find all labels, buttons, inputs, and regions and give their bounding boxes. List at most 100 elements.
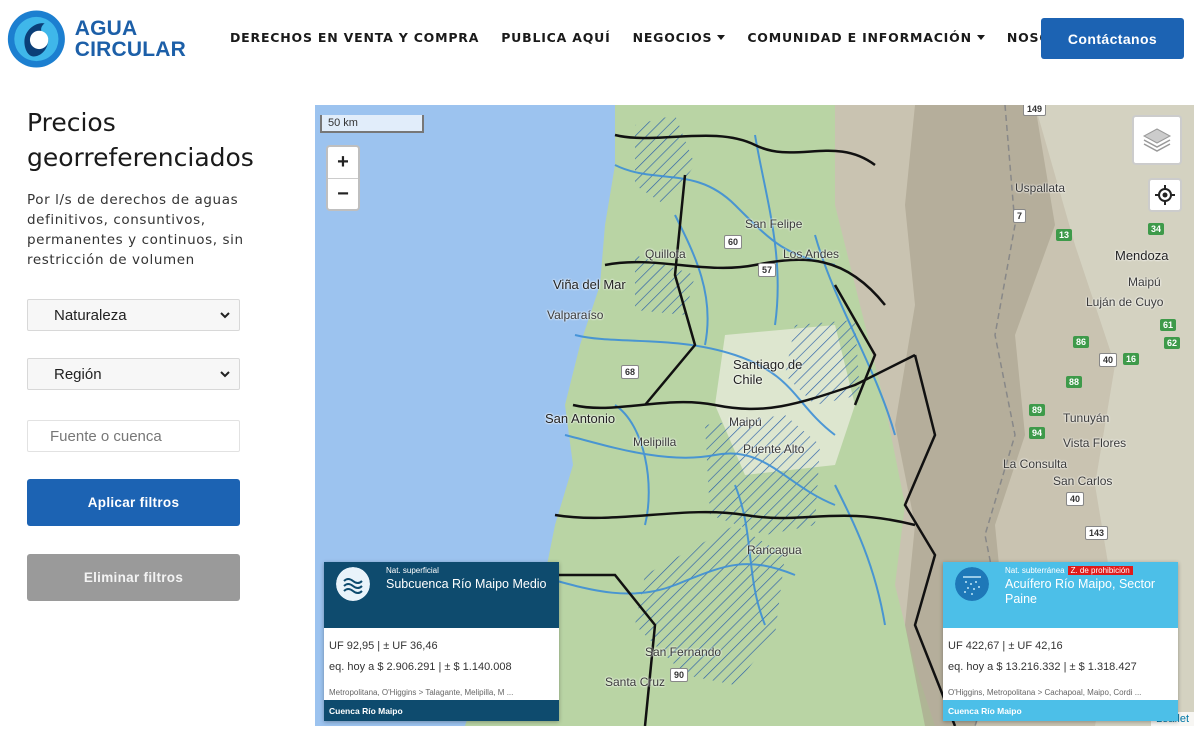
card-basin: Cuenca Río Maipo [943, 700, 1178, 721]
map-label: Valparaíso [547, 308, 604, 322]
map-label: Santa Cruz [605, 675, 666, 689]
route-shield: 60 [724, 235, 743, 249]
zoom-in-button[interactable]: + [328, 147, 358, 178]
card-location: O'Higgins, Metropolitana > Cachapoal, Ma… [948, 688, 1142, 697]
fuente-cuenca-placeholder: Fuente o cuenca [50, 427, 162, 445]
map-label: San Fernando [645, 645, 722, 659]
route-shield: 90 [670, 668, 689, 682]
nav-negocios[interactable]: NEGOCIOS [633, 30, 726, 45]
water-drop-logo-icon [7, 10, 65, 68]
map-label: San Felipe [745, 217, 803, 231]
card-type-label: Nat. superficial [386, 566, 439, 575]
card-type-label: Nat. subterránea [1005, 566, 1065, 575]
route-shield: 88 [1066, 376, 1083, 388]
layers-icon [1142, 128, 1172, 152]
apply-filters-button[interactable]: Aplicar filtros [27, 479, 240, 526]
card-basin: Cuenca Río Maipo [324, 700, 559, 721]
map-label: Vista Flores [1063, 436, 1127, 450]
map-label: Maipú [729, 415, 762, 429]
caret-down-icon [717, 35, 726, 40]
route-shield: 13 [1056, 229, 1073, 241]
nav-negocios-label: NEGOCIOS [632, 30, 713, 45]
map-label: Quillota [645, 247, 686, 261]
map-label: Viña del Mar [553, 277, 626, 292]
route-shield: 62 [1164, 337, 1181, 349]
card-body: UF 422,67 | ± UF 42,16 eq. hoy a $ 13.21… [943, 628, 1178, 678]
surface-water-icon [336, 567, 370, 601]
clear-filters-button[interactable]: Eliminar filtros [27, 554, 240, 601]
card-price-line: UF 92,95 | ± UF 36,46 [329, 640, 438, 652]
contact-button[interactable]: Contáctanos [1041, 18, 1184, 59]
nav-comunidad[interactable]: COMUNIDAD E INFORMACIÓN [747, 30, 985, 45]
card-title: Acuífero Río Maipo, Sector Paine [1005, 577, 1156, 606]
zoom-out-button[interactable]: − [328, 178, 358, 209]
map-label: Puente Alto [743, 442, 805, 456]
zoom-control: + − [326, 145, 360, 211]
route-shield: 40 [1066, 492, 1085, 506]
filter-sidebar: Precios georreferenciados Por l/s de der… [27, 105, 267, 270]
map-label: Tunuyán [1063, 411, 1110, 425]
map-label: San Antonio [545, 411, 616, 426]
prohibition-badge: Z. de prohibición [1067, 566, 1133, 575]
route-shield: 94 [1029, 427, 1046, 439]
card-location: Metropolitana, O'Higgins > Talagante, Me… [329, 688, 514, 697]
route-shield: 40 [1099, 353, 1118, 367]
route-shield: 86 [1073, 336, 1090, 348]
map-label: Rancagua [747, 543, 802, 557]
nav-publica-label: PUBLICA AQUÍ [501, 30, 611, 45]
map-label: San Carlos [1053, 474, 1113, 488]
map-scale-bar: 50 km [320, 115, 424, 133]
brand-line-1: AGUA [74, 17, 138, 40]
brand-line-2: CIRCULAR [74, 38, 186, 61]
brand-logo[interactable]: AGUA CIRCULAR [6, 6, 186, 72]
nav-comunidad-label: COMUNIDAD E INFORMACIÓN [747, 30, 972, 45]
chevron-down-icon [220, 312, 230, 319]
route-shield: 143 [1085, 526, 1109, 540]
map-label: Luján de Cuyo [1086, 295, 1164, 309]
naturaleza-select-value: Naturaleza [54, 306, 127, 324]
locate-button[interactable] [1148, 178, 1182, 212]
crosshair-icon [1155, 185, 1175, 205]
route-shield: 57 [758, 263, 777, 277]
nav-publica[interactable]: PUBLICA AQUÍ [501, 30, 610, 45]
naturaleza-select[interactable]: Naturaleza [27, 299, 240, 331]
route-shield: 16 [1123, 353, 1140, 365]
route-shield: 7 [1013, 209, 1027, 223]
map-label: Melipilla [633, 435, 677, 449]
card-type-tag: Nat. subterránea Z. de prohibición [1005, 566, 1133, 575]
route-shield: 89 [1029, 404, 1046, 416]
page-title: Precios georreferenciados [27, 108, 254, 172]
card-today-line: eq. hoy a $ 2.906.291 | ± $ 1.140.008 [329, 661, 512, 673]
card-header: Nat. superficial Subcuenca Río Maipo Med… [324, 562, 559, 628]
site-header: AGUA CIRCULAR DERECHOS EN VENTA Y COMPRA… [0, 0, 1199, 78]
main-nav: DERECHOS EN VENTA Y COMPRA PUBLICA AQUÍ … [230, 30, 1127, 45]
groundwater-icon [955, 567, 989, 601]
page-subtitle: Por l/s de derechos de aguas definitivos… [27, 192, 244, 268]
nav-derechos[interactable]: DERECHOS EN VENTA Y COMPRA [230, 30, 479, 45]
caret-down-icon [976, 35, 985, 40]
route-shield: 61 [1160, 319, 1177, 331]
card-body: UF 92,95 | ± UF 36,46 eq. hoy a $ 2.906.… [324, 628, 559, 678]
map-label: Uspallata [1015, 181, 1066, 195]
map-label: Mendoza [1115, 248, 1169, 263]
region-select[interactable]: Región [27, 358, 240, 390]
route-shield: 68 [621, 365, 640, 379]
card-title: Subcuenca Río Maipo Medio [386, 577, 547, 591]
price-card-superficial[interactable]: Nat. superficial Subcuenca Río Maipo Med… [324, 562, 559, 721]
layers-button[interactable] [1132, 115, 1182, 165]
card-type-tag: Nat. superficial [386, 566, 439, 575]
map-label: Los Andes [783, 247, 840, 261]
route-shield: 34 [1148, 223, 1165, 235]
fuente-cuenca-input[interactable]: Fuente o cuenca [27, 420, 240, 452]
price-card-subterranea[interactable]: Nat. subterránea Z. de prohibición Acuífe… [943, 562, 1178, 721]
map-label: La Consulta [1003, 457, 1068, 471]
card-header: Nat. subterránea Z. de prohibición Acuífe… [943, 562, 1178, 628]
card-price-line: UF 422,67 | ± UF 42,16 [948, 640, 1063, 652]
region-select-value: Región [54, 365, 102, 383]
chevron-down-icon [220, 371, 230, 378]
route-shield: 149 [1023, 105, 1047, 116]
map-label: Santiago de Chile [733, 357, 803, 387]
nav-derechos-label: DERECHOS EN VENTA Y COMPRA [230, 30, 480, 45]
card-today-line: eq. hoy a $ 13.216.332 | ± $ 1.318.427 [948, 661, 1137, 673]
map-label: Maipú [1128, 275, 1161, 289]
